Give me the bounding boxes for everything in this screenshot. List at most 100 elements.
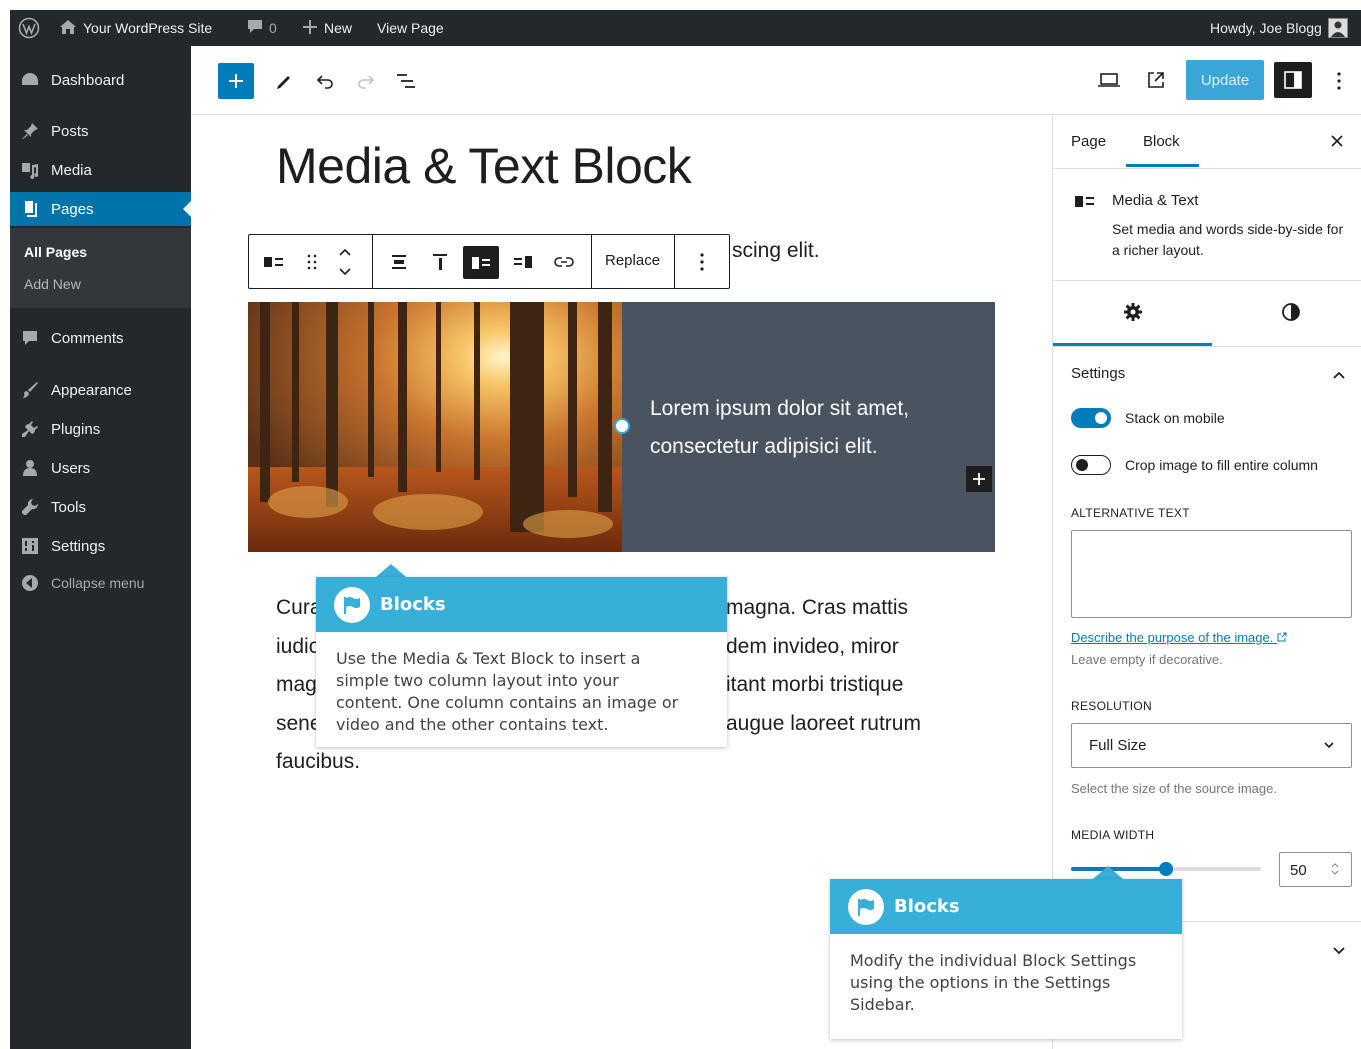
submenu-add-new[interactable]: Add New <box>24 276 81 292</box>
tooltip-line: Sidebar. <box>850 995 915 1014</box>
comment-bubble-icon <box>247 19 263 37</box>
media-text-block[interactable]: Lorem ipsum dolor sit amet, consectetur … <box>248 302 995 552</box>
editor-toolbar: Update <box>191 46 1361 115</box>
site-name-link[interactable]: Your WordPress Site <box>59 10 212 46</box>
close-sidebar-button[interactable] <box>1330 131 1344 151</box>
plus-icon <box>302 19 318 38</box>
tooltip-header: Blocks <box>316 577 727 632</box>
sidebar-item-plugins[interactable]: Plugins <box>10 412 191 446</box>
undo-button[interactable] <box>312 68 338 94</box>
tooltip-title: Blocks <box>894 896 960 917</box>
settings-panel-title[interactable]: Settings <box>1071 365 1125 382</box>
chevron-up-icon[interactable] <box>1332 367 1346 385</box>
submenu-all-pages[interactable]: All Pages <box>24 244 87 260</box>
sidebar-item-label: Pages <box>51 200 94 218</box>
avatar <box>1327 18 1348 38</box>
block-options-button[interactable] <box>688 248 716 276</box>
body-line: mag <box>276 673 317 696</box>
block-inspector-tabs <box>1053 281 1361 347</box>
sidebar-item-media[interactable]: Media <box>10 153 191 187</box>
inner-add-block-button[interactable] <box>966 466 992 492</box>
media-left-button[interactable] <box>463 246 499 279</box>
admin-bar: Your WordPress Site 0 New View Page Howd… <box>10 10 1361 46</box>
comments-link[interactable]: 0 <box>247 10 277 46</box>
chevron-down-icon[interactable] <box>1332 943 1346 961</box>
sidebar-item-pages[interactable]: Pages <box>10 192 191 226</box>
spinner-arrows-icon[interactable] <box>1330 861 1340 877</box>
tooltip-line: video and the other contains text. <box>336 715 609 734</box>
tooltip-header: Blocks <box>830 879 1182 934</box>
tooltip-blocks-media-text: Blocks Use the Media & Text Block to ins… <box>316 577 727 747</box>
align-center-icon <box>392 255 406 269</box>
collapse-menu-button[interactable]: Collapse menu <box>10 566 191 600</box>
comments-count: 0 <box>269 20 277 36</box>
close-icon <box>1331 135 1343 147</box>
dashboard-icon <box>20 70 40 90</box>
settings-icon <box>20 536 40 556</box>
wrench-icon <box>20 497 40 517</box>
vertical-align-button[interactable] <box>426 248 454 276</box>
intro-paragraph-fragment[interactable]: scing elit. <box>732 239 820 263</box>
media-width-input[interactable]: 50 <box>1279 852 1352 887</box>
body-line-right: magna. Cras mattis <box>726 596 909 619</box>
sidebar-item-label: Collapse menu <box>51 575 145 591</box>
settings-toggle-button[interactable] <box>1274 62 1312 98</box>
view-page-external-button[interactable] <box>1141 66 1171 94</box>
tab-page[interactable]: Page <box>1071 133 1106 150</box>
tooltip-line: simple two column layout into your <box>336 671 619 690</box>
options-menu-button[interactable] <box>1329 68 1349 94</box>
body-line-right: augue laoreet rutrum <box>726 711 921 735</box>
sidebar-item-comments[interactable]: Comments <box>10 321 191 355</box>
page-title[interactable]: Media & Text Block <box>276 137 692 195</box>
sidebar-item-tools[interactable]: Tools <box>10 490 191 524</box>
sidebar-item-appearance[interactable]: Appearance <box>10 373 191 407</box>
sidebar-item-settings[interactable]: Settings <box>10 529 191 563</box>
body-line: faucibus. <box>276 750 361 773</box>
media-text-content[interactable]: Lorem ipsum dolor sit amet, consectetur … <box>622 302 995 552</box>
move-block-buttons[interactable] <box>331 242 359 282</box>
view-page-link[interactable]: View Page <box>377 10 444 46</box>
block-type-switcher[interactable] <box>261 248 289 276</box>
link-button[interactable] <box>550 248 578 276</box>
tooltip-title: Blocks <box>380 594 446 615</box>
update-button[interactable]: Update <box>1186 60 1264 100</box>
new-label: New <box>324 20 353 36</box>
sidebar-tabs: Page Block <box>1053 115 1361 169</box>
sidebar-item-dashboard[interactable]: Dashboard <box>10 63 191 97</box>
forest-image[interactable] <box>248 302 622 552</box>
redo-button[interactable] <box>353 68 379 94</box>
media-width-resize-handle[interactable] <box>614 418 630 434</box>
body-line: Cura <box>276 596 322 619</box>
alt-text-field[interactable] <box>1071 530 1352 618</box>
media-width-slider-thumb[interactable] <box>1159 862 1173 876</box>
sidebar-item-posts[interactable]: Posts <box>10 114 191 148</box>
resolution-select[interactable]: Full Size <box>1071 723 1352 768</box>
link-icon <box>554 257 574 267</box>
tab-settings[interactable] <box>1123 302 1143 327</box>
new-content-link[interactable]: New <box>302 10 352 46</box>
crop-image-toggle[interactable] <box>1071 455 1111 475</box>
tooltip-line: content. One column contains an image or <box>336 693 679 712</box>
stack-on-mobile-toggle[interactable] <box>1071 408 1111 428</box>
describe-purpose-link[interactable]: Describe the purpose of the image. <box>1071 630 1287 645</box>
active-tab-indicator <box>1126 164 1199 167</box>
account-menu[interactable]: Howdy, Joe Blogg <box>1210 10 1348 46</box>
add-block-button[interactable] <box>218 63 254 99</box>
wordpress-logo-icon[interactable] <box>18 10 40 46</box>
contrast-icon <box>1282 303 1300 321</box>
tab-styles[interactable] <box>1281 302 1301 327</box>
tab-block[interactable]: Block <box>1143 133 1180 150</box>
edit-tool-button[interactable] <box>271 68 297 94</box>
body-line-right: dem invideo, miror <box>726 634 899 658</box>
sidebar-item-users[interactable]: Users <box>10 451 191 485</box>
document-overview-button[interactable] <box>393 68 419 94</box>
media-right-button[interactable] <box>509 248 537 276</box>
preview-device-button[interactable] <box>1094 66 1124 94</box>
drag-handle[interactable] <box>298 248 326 276</box>
pages-submenu: All Pages Add New <box>10 228 191 308</box>
list-view-icon <box>397 74 415 88</box>
media-text-paragraph[interactable]: Lorem ipsum dolor sit amet, consectetur … <box>650 390 970 466</box>
align-button[interactable] <box>385 248 413 276</box>
desktop-icon <box>1098 73 1120 87</box>
replace-button[interactable]: Replace <box>605 252 660 269</box>
